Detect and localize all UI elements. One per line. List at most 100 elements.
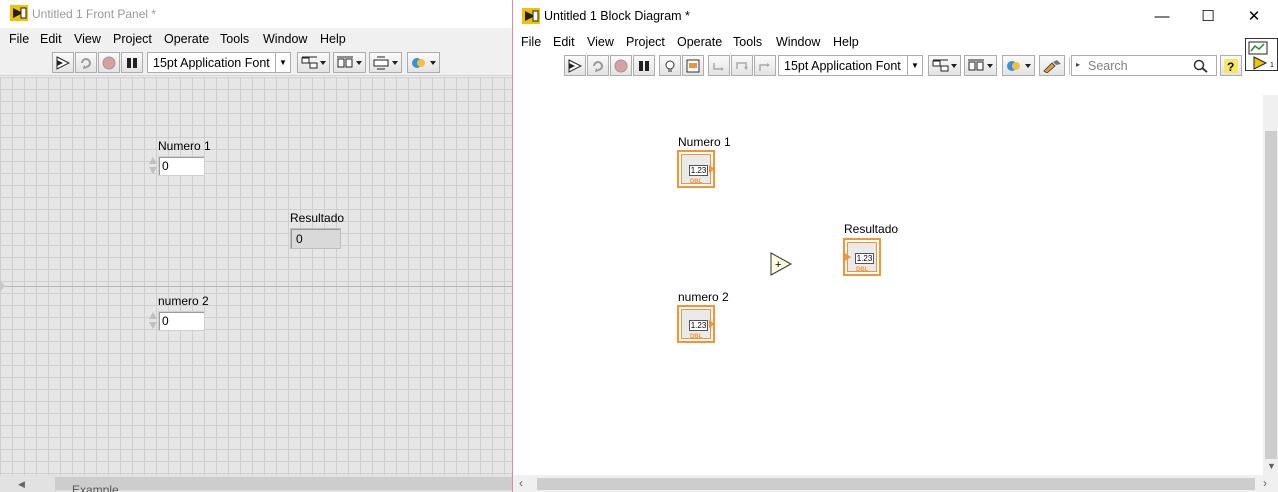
menu-edit[interactable]: Edit bbox=[40, 32, 62, 46]
reorder-button[interactable] bbox=[407, 52, 440, 73]
step-into-icon bbox=[713, 62, 724, 71]
input-arrow-icon bbox=[845, 253, 851, 261]
block-diagram-toolbar: 15pt Application Font ▼ ▸ Search ? bbox=[513, 53, 1243, 79]
abort-icon bbox=[614, 59, 628, 72]
pause-button[interactable] bbox=[121, 52, 143, 73]
block-diagram-titlebar[interactable]: Untitled 1 Block Diagram * — ☐ ✕ bbox=[513, 0, 1278, 32]
menu-operate[interactable]: Operate bbox=[677, 35, 722, 49]
minimize-button[interactable]: — bbox=[1139, 2, 1185, 30]
add-operator-symbol: + bbox=[775, 259, 781, 271]
run-continuously-button[interactable] bbox=[75, 52, 97, 73]
search-expand-icon[interactable]: ▸ bbox=[1076, 60, 1080, 69]
resize-objects-button[interactable] bbox=[369, 52, 402, 73]
menu-operate[interactable]: Operate bbox=[164, 32, 209, 46]
terminal-value: 1.23 bbox=[689, 320, 708, 331]
block-diagram-menubar: File Edit View Project Operate Tools Win… bbox=[513, 32, 1278, 52]
numero1-control: 0 bbox=[148, 156, 205, 176]
reorder-button[interactable] bbox=[1002, 55, 1035, 76]
menu-view[interactable]: View bbox=[74, 32, 101, 46]
run-arrow-icon bbox=[568, 58, 582, 73]
scroll-down-icon[interactable]: ▼ bbox=[1267, 461, 1276, 471]
terminal-value: 1.23 bbox=[689, 165, 708, 176]
resultado-indicator: 0 bbox=[290, 228, 341, 249]
menu-help[interactable]: Help bbox=[320, 32, 346, 46]
maximize-button[interactable]: ☐ bbox=[1185, 2, 1231, 30]
vi-connector-icon[interactable]: 1 bbox=[1245, 38, 1278, 71]
scroll-right-icon[interactable]: › bbox=[1263, 476, 1267, 490]
distribute-objects-button[interactable] bbox=[964, 55, 997, 76]
menu-help[interactable]: Help bbox=[833, 35, 859, 49]
resultado-label: Resultado bbox=[290, 211, 345, 225]
menu-project[interactable]: Project bbox=[113, 32, 152, 46]
run-arrow-icon bbox=[56, 55, 70, 70]
resultado-terminal[interactable]: 1.23 DBL bbox=[843, 238, 881, 276]
abort-button[interactable] bbox=[610, 55, 632, 76]
numero1-terminal-label: Numero 1 bbox=[678, 135, 731, 149]
labview-icon bbox=[522, 8, 540, 24]
highlight-execution-button[interactable] bbox=[659, 55, 681, 76]
step-out-button[interactable] bbox=[754, 55, 776, 76]
distribute-objects-button[interactable] bbox=[333, 52, 366, 73]
numero1-input[interactable]: 0 bbox=[158, 156, 205, 176]
block-diagram-canvas[interactable]: Numero 1 1.23 DBL + Resultado 1.23 DBL n… bbox=[513, 80, 1263, 474]
numero2-terminal[interactable]: 1.23 DBL bbox=[677, 305, 715, 343]
menu-file[interactable]: File bbox=[521, 35, 541, 49]
font-select[interactable]: 15pt Application Font ▼ bbox=[778, 55, 923, 76]
align-objects-button[interactable] bbox=[928, 55, 961, 76]
increment-arrow-icon bbox=[149, 312, 157, 319]
scrollbar-thumb[interactable] bbox=[1265, 131, 1277, 459]
search-input[interactable]: Search bbox=[1088, 59, 1128, 73]
numero2-terminal-label: numero 2 bbox=[678, 290, 729, 304]
terminal-datatype: DBL bbox=[856, 267, 869, 273]
scroll-left-icon[interactable]: ◀ bbox=[18, 479, 25, 490]
menu-project[interactable]: Project bbox=[626, 35, 665, 49]
numero1-increment-decrement[interactable] bbox=[148, 156, 158, 176]
numero2-increment-decrement[interactable] bbox=[148, 311, 158, 331]
block-diagram-horizontal-scrollbar[interactable]: ‹ › bbox=[513, 475, 1278, 492]
retain-wire-values-icon bbox=[686, 59, 700, 72]
numero1-terminal[interactable]: 1.23 DBL bbox=[677, 150, 715, 188]
align-icon bbox=[932, 59, 957, 71]
menu-window[interactable]: Window bbox=[776, 35, 820, 49]
align-icon bbox=[301, 56, 326, 68]
front-panel-titlebar[interactable]: Untitled 1 Front Panel * bbox=[0, 0, 512, 28]
step-into-button[interactable] bbox=[708, 55, 730, 76]
scrollbar-thumb[interactable] bbox=[55, 477, 512, 490]
step-over-button[interactable] bbox=[731, 55, 753, 76]
retain-wire-values-button[interactable] bbox=[682, 55, 704, 76]
menu-file[interactable]: File bbox=[9, 32, 29, 46]
vi-icon-graphic: 1 bbox=[1248, 41, 1274, 70]
run-button[interactable] bbox=[52, 52, 74, 73]
run-continuously-button[interactable] bbox=[587, 55, 609, 76]
menu-tools[interactable]: Tools bbox=[733, 35, 762, 49]
scroll-left-icon[interactable]: ‹ bbox=[519, 476, 523, 490]
add-function-node[interactable]: + bbox=[770, 252, 792, 276]
font-select-value: 15pt Application Font bbox=[784, 58, 901, 73]
reorder-icon bbox=[1006, 60, 1031, 71]
align-objects-button[interactable] bbox=[297, 52, 330, 73]
chevron-down-icon: ▼ bbox=[907, 56, 922, 75]
terminal-datatype: DBL bbox=[690, 334, 703, 340]
menu-edit[interactable]: Edit bbox=[553, 35, 575, 49]
numero2-input[interactable]: 0 bbox=[158, 311, 205, 331]
close-button[interactable]: ✕ bbox=[1231, 2, 1277, 30]
chevron-down-icon: ▼ bbox=[275, 53, 290, 72]
terminal-datatype: DBL bbox=[690, 179, 703, 185]
run-button[interactable] bbox=[564, 55, 586, 76]
front-panel-canvas[interactable]: Numero 1 0 Resultado 0 numero 2 0 bbox=[0, 77, 512, 475]
block-diagram-vertical-scrollbar[interactable]: ▼ bbox=[1263, 95, 1278, 475]
scrollbar-thumb[interactable] bbox=[537, 478, 1255, 490]
menu-tools[interactable]: Tools bbox=[220, 32, 249, 46]
pause-icon bbox=[639, 60, 649, 71]
resize-icon bbox=[373, 56, 398, 69]
menu-view[interactable]: View bbox=[587, 35, 614, 49]
pause-button[interactable] bbox=[633, 55, 655, 76]
font-select[interactable]: 15pt Application Font ▼ bbox=[147, 52, 291, 73]
distribute-icon bbox=[336, 56, 362, 67]
search-box[interactable]: ▸ Search bbox=[1071, 55, 1217, 76]
search-icon[interactable] bbox=[1193, 59, 1209, 73]
context-help-button[interactable]: ? bbox=[1220, 55, 1242, 76]
clean-up-diagram-button[interactable] bbox=[1039, 55, 1065, 76]
abort-button[interactable] bbox=[98, 52, 120, 73]
menu-window[interactable]: Window bbox=[263, 32, 307, 46]
